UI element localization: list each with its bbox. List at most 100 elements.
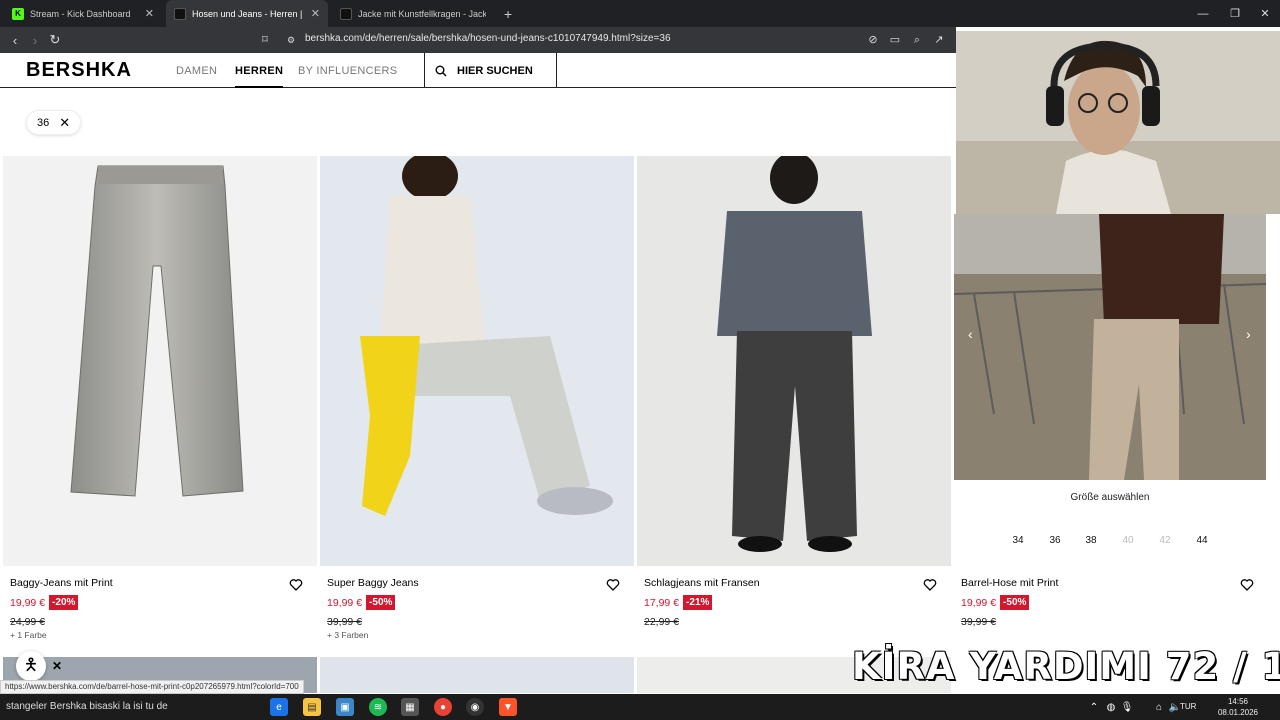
heart-icon[interactable] [606,578,620,592]
shield-icon[interactable]: ⊘ [866,33,880,47]
product-name[interactable]: Barrel-Hose mit Print [961,577,1058,589]
stream-overlay-text: KİRA YARDIMI 72 / 100 [852,645,1280,688]
spotify-icon[interactable]: ≋ [369,698,387,716]
old-price: 24,99 € [10,616,46,628]
accessibility-button[interactable]: 🯅 [16,651,46,681]
tab-label: Hosen und Jeans - Herren | Bersh [192,8,305,19]
product-image[interactable] [3,156,317,566]
minimize-icon[interactable]: — [1186,0,1220,27]
size-option-40: 40 [1122,535,1134,546]
color-count: + 3 Farben [327,630,369,640]
screen-icon[interactable]: ▭ [888,33,902,47]
chip-label: 36 [37,116,50,129]
forward-icon[interactable]: › [26,31,44,49]
product-price: 19,99 € -20% [10,595,79,610]
chrome-icon[interactable]: ● [434,698,452,716]
sale-price: 17,99 € [644,596,680,609]
folder-icon[interactable]: ▤ [303,698,321,716]
new-tab-button[interactable]: + [496,0,516,27]
color-count: + 1 Farbe [10,630,47,640]
heart-icon[interactable] [923,578,937,592]
language-indicator[interactable]: TUR [1180,702,1196,711]
sale-price: 19,99 € [327,596,363,609]
bershka-favicon [340,7,352,20]
nav-damen[interactable]: DAMEN [176,65,217,77]
link-status-bar: https://www.bershka.com/de/barrel-hose-m… [0,680,304,694]
accessibility-icon: 🯅 [23,654,39,674]
close-icon[interactable]: ✕ [52,659,62,673]
old-price: 39,99 € [327,616,363,628]
tab-label: Stream - Kick Dashboard [30,8,131,19]
size-option-38[interactable]: 38 [1081,535,1101,546]
tab-bershka-hosen[interactable]: Hosen und Jeans - Herren | Bersh ✕ [166,0,328,27]
product-name[interactable]: Super Baggy Jeans [327,577,419,589]
chevron-up-icon[interactable]: ⌃ [1085,698,1103,716]
bookmark-icon[interactable]: ⌑ [258,33,272,47]
product-name[interactable]: Schlagjeans mit Fransen [644,577,760,589]
stream-ticker: stangeler Bershka bisaski la isi tu de [6,701,168,712]
svg-text:›: › [1246,326,1251,342]
sale-price: 19,99 € [961,596,997,609]
window-close-icon[interactable]: ✕ [1248,0,1280,27]
product-price: 17,99 € -21% [644,595,713,610]
restore-icon[interactable]: ❐ [1218,0,1252,27]
size-option-36[interactable]: 36 [1045,535,1065,546]
nav-herren[interactable]: HERREN [235,65,284,88]
url-field[interactable]: bershka.com/de/herren/sale/bershka/hosen… [305,33,671,44]
app-icon[interactable]: ▣ [336,698,354,716]
product-price: 19,99 € -50% [327,595,396,610]
old-price: 39,99 € [961,616,997,628]
discount-badge: -50% [366,595,396,610]
site-logo[interactable]: BERSHKA [26,59,132,82]
heart-icon[interactable] [1240,578,1254,592]
svg-text:‹: ‹ [968,326,973,342]
product-price: 19,99 € -50% [961,595,1030,610]
size-filter-chip[interactable]: 36 ✕ [26,110,82,135]
search-button[interactable]: HIER SUCHEN [424,53,557,88]
product-image[interactable]: ‹ › [954,214,1266,480]
clock-date: 08.01.2026 [1217,708,1258,717]
site-info-icon[interactable]: ⚙ [284,33,298,47]
zoom-icon[interactable]: ⌕ [910,33,924,47]
size-option-44[interactable]: 44 [1192,535,1212,546]
reload-icon[interactable]: ↻ [46,31,64,49]
size-option-42: 42 [1159,535,1171,546]
size-option-34[interactable]: 34 [1008,535,1028,546]
search-label: HIER SUCHEN [457,64,533,77]
address-bar: ‹ › ↻ ⌑ ⚙ bershka.com/de/herren/sale/ber… [0,27,956,53]
site-header: BERSHKA DAMEN HERREN BY INFLUENCERS HIER… [0,53,956,88]
close-icon[interactable]: ✕ [145,7,154,20]
discount-badge: -50% [1000,595,1030,610]
calculator-icon[interactable]: ▦ [401,698,419,716]
remove-filter-icon[interactable]: ✕ [59,115,70,131]
search-icon [435,65,447,76]
product-name[interactable]: Baggy-Jeans mit Print [10,577,113,589]
discount-badge: -20% [49,595,79,610]
clock-time: 14:56 [1227,697,1248,706]
taskbar: stangeler Bershka bisaski la isi tu de e… [0,694,1280,720]
size-selector-title: Größe auswählen [1070,492,1150,503]
edge-icon[interactable]: e [270,698,288,716]
back-icon[interactable]: ‹ [6,31,24,49]
obs-icon[interactable]: ◉ [466,698,484,716]
tab-jacke[interactable]: Jacke mit Kunstfellkragen - Jacken u [332,0,494,27]
product-image[interactable] [320,657,634,693]
tab-kick-dashboard[interactable]: K Stream - Kick Dashboard ✕ [4,0,162,27]
product-image[interactable] [637,156,951,566]
old-price: 22,99 € [644,616,680,628]
share-icon[interactable]: ↗ [932,33,946,47]
nav-by-influencers[interactable]: BY INFLUENCERS [298,65,397,77]
tab-label: Jacke mit Kunstfellkragen - Jacken u [358,8,486,19]
clock[interactable]: 14:56 08.01.2026 [1218,696,1258,718]
microphone-icon[interactable]: 🎙 [1118,698,1136,716]
close-icon[interactable]: ✕ [311,7,320,20]
webcam-overlay [956,31,1280,214]
discount-badge: -21% [683,595,713,610]
brave-icon[interactable]: ▼ [499,698,517,716]
product-image[interactable] [320,156,634,566]
size-selector: Größe auswählen 34 36 38 40 42 44 [954,480,1266,566]
heart-icon[interactable] [289,578,303,592]
bershka-favicon [174,7,186,20]
kick-icon: K [12,7,24,20]
sale-price: 19,99 € [10,596,46,609]
